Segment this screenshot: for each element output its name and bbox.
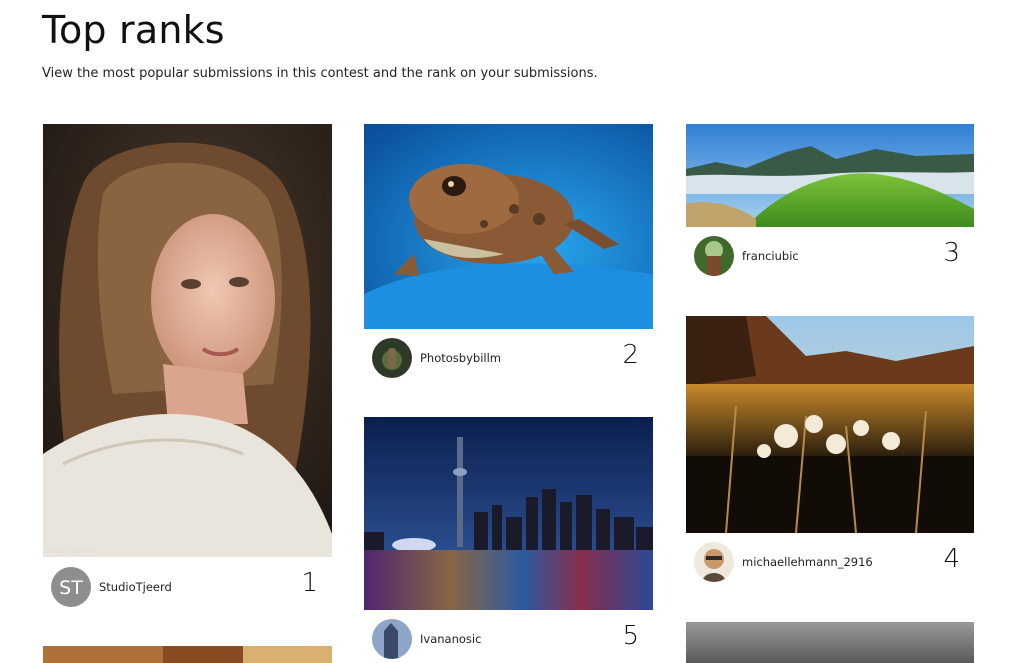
username-link[interactable]: Photosbybillm [420,351,501,365]
submission-meta: ST StudioTjeerd [51,566,332,608]
photo-watermark: STUDIO TJEERD [45,548,96,555]
submission-photo[interactable] [686,622,974,663]
username-link[interactable]: StudioTjeerd [99,580,172,594]
submission-photo[interactable] [364,417,653,610]
submission-card-3[interactable]: franciubic 3 [686,124,974,280]
submission-photo[interactable]: STUDIO TJEERD [43,124,332,557]
rank-number: 3 [943,238,960,268]
page-subtitle: View the most popular submissions in thi… [42,66,598,81]
submission-card-4[interactable]: michaellehmann_2916 4 [686,316,974,586]
submission-meta: Photosbybillm [372,337,653,379]
submission-meta: Ivananosic [372,618,653,660]
submission-photo[interactable] [43,646,332,663]
rank-number: 5 [622,621,639,651]
user-avatar[interactable]: ST [51,567,91,607]
submission-photo[interactable] [686,316,974,533]
user-avatar[interactable] [372,338,412,378]
submission-card-5[interactable]: Ivananosic 5 [364,417,653,663]
user-avatar[interactable] [694,542,734,582]
rank-number: 2 [622,340,639,370]
user-avatar[interactable] [694,236,734,276]
submission-photo[interactable] [364,124,653,329]
username-link[interactable]: michaellehmann_2916 [742,555,873,569]
submission-card-2[interactable]: Photosbybillm 2 [364,124,653,382]
user-avatar[interactable] [372,619,412,659]
rank-number: 1 [301,568,318,598]
submission-card-partial-1[interactable] [43,646,332,663]
avatar-initials: ST [59,577,83,599]
submission-card-1[interactable]: STUDIO TJEERD ST StudioTjeerd 1 [43,124,332,614]
submission-card-partial-2[interactable] [686,622,974,663]
page-title: Top ranks [42,8,225,52]
rank-number: 4 [943,544,960,574]
submission-meta: franciubic [694,235,974,277]
username-link[interactable]: Ivananosic [420,632,481,646]
username-link[interactable]: franciubic [742,249,799,263]
submission-meta: michaellehmann_2916 [694,541,974,583]
submission-photo[interactable] [686,124,974,227]
